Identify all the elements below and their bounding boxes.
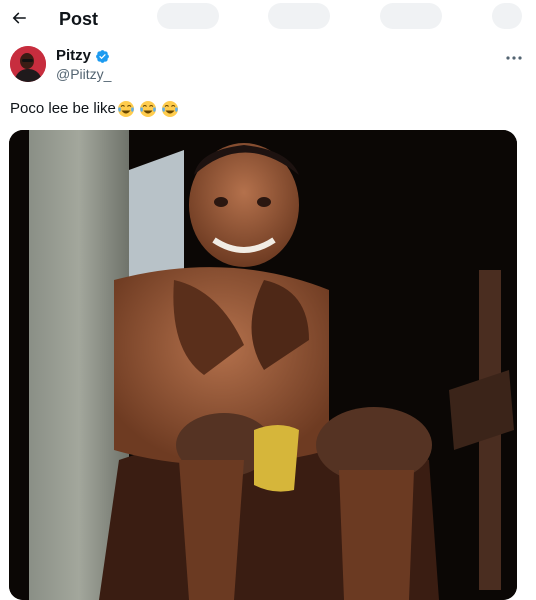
author-display-name[interactable]: Pitzy [56, 47, 91, 65]
avatar[interactable] [10, 46, 46, 82]
more-options-button[interactable] [502, 48, 526, 68]
more-options-icon [506, 56, 522, 60]
blurred-background-element [380, 3, 442, 29]
verified-badge-icon [96, 49, 109, 63]
back-arrow-icon [12, 12, 26, 24]
post-text: Poco lee be like [10, 99, 179, 119]
author-handle[interactable]: @Piitzy_ [56, 66, 111, 83]
blurred-background-element [157, 3, 219, 29]
post-text-content: Poco lee be like [10, 100, 116, 117]
top-bar: Post [0, 0, 536, 38]
back-button[interactable] [6, 5, 32, 31]
photo-content [9, 130, 517, 600]
emoji-group [117, 100, 179, 118]
name-line: Pitzy [56, 47, 110, 65]
blurred-background-element [268, 3, 330, 29]
post-author: Pitzy @Piitzy_ [10, 46, 526, 86]
post-media-photo[interactable] [9, 130, 517, 600]
face-with-tears-of-joy-icon [161, 101, 178, 117]
page-title: Post [59, 9, 99, 29]
blurred-background-element [492, 3, 522, 29]
face-with-tears-of-joy-icon [117, 101, 134, 117]
face-with-tears-of-joy-icon [139, 101, 156, 117]
